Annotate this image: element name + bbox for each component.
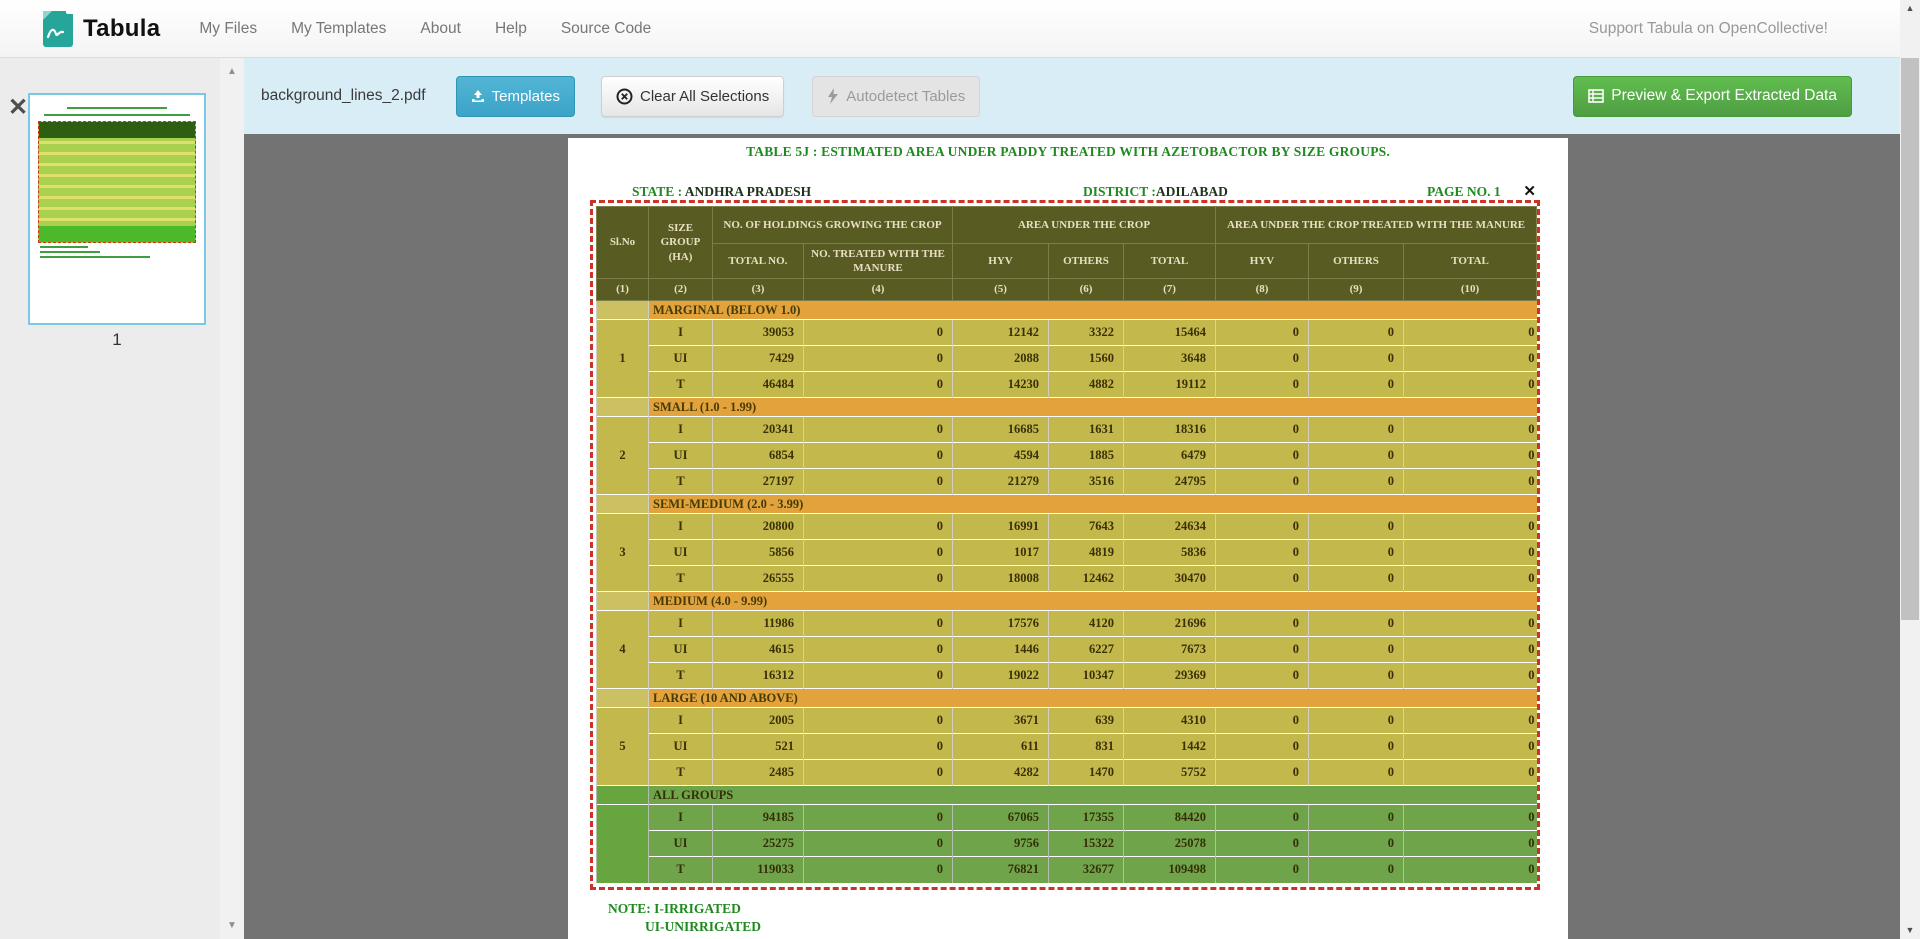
toolbar: background_lines_2.pdf Templates Clear A…	[244, 58, 1900, 134]
autodetect-tables-button[interactable]: Autodetect Tables	[812, 76, 980, 117]
district-value: ADILABAD	[1156, 184, 1228, 199]
nav-item-help[interactable]: Help	[478, 20, 544, 38]
sidebar-scroll-down-icon[interactable]: ▼	[220, 920, 244, 931]
thumb-note-line	[40, 256, 150, 258]
tabula-app: Tabula My FilesMy TemplatesAboutHelpSour…	[0, 0, 1920, 939]
nav-item-my-templates[interactable]: My Templates	[274, 20, 403, 38]
pdf-swirl-icon	[46, 21, 70, 41]
brand-title: Tabula	[83, 15, 160, 43]
thumb-table-footer	[39, 226, 195, 242]
pdf-canvas: TABLE 5J : ESTIMATED AREA UNDER PADDY TR…	[244, 134, 1900, 939]
circle-x-icon	[616, 88, 633, 105]
state-label: STATE :	[632, 184, 682, 199]
document-title: TABLE 5J : ESTIMATED AREA UNDER PADDY TR…	[568, 144, 1568, 160]
thumb-title-line	[44, 114, 190, 116]
navbar: Tabula My FilesMy TemplatesAboutHelpSour…	[0, 0, 1920, 58]
nav-item-source-code[interactable]: Source Code	[544, 20, 668, 38]
document-filename: background_lines_2.pdf	[261, 87, 426, 105]
window-scrollbar[interactable]: ▲ ▼	[1900, 0, 1920, 939]
page-thumbnail[interactable]	[28, 93, 206, 325]
sidebar-scrollbar[interactable]: ▲ ▼	[220, 58, 244, 939]
support-link[interactable]: Support Tabula on OpenCollective!	[1589, 20, 1828, 38]
district-label: DISTRICT :	[1083, 184, 1156, 199]
clear-selections-button[interactable]: Clear All Selections	[601, 76, 784, 117]
thumb-table-header	[39, 122, 195, 138]
page-no-label: PAGE NO. 1	[1427, 184, 1501, 200]
nav-item-about[interactable]: About	[403, 20, 478, 38]
templates-label: Templates	[492, 88, 560, 105]
thumb-title-line	[67, 107, 168, 109]
sidebar-scroll-up-icon[interactable]: ▲	[220, 66, 244, 77]
nav-item-my-files[interactable]: My Files	[182, 20, 274, 38]
pdf-page: TABLE 5J : ESTIMATED AREA UNDER PADDY TR…	[568, 138, 1568, 939]
autodetect-tables-label: Autodetect Tables	[846, 88, 965, 105]
export-label: Preview & Export Extracted Data	[1611, 87, 1837, 105]
templates-button[interactable]: Templates	[456, 76, 575, 117]
sidebar: ▲ ▼ ✕ 1	[0, 58, 244, 939]
scroll-down-icon[interactable]: ▼	[1900, 922, 1920, 939]
note-line-1: NOTE: I-IRRIGATED	[608, 901, 741, 917]
table-selection-box[interactable]: ✕	[590, 200, 1540, 890]
thumbnail-page-number: 1	[0, 330, 234, 350]
thumb-note-line	[40, 251, 100, 253]
selection-close-button[interactable]: ✕	[1523, 182, 1536, 200]
scrollbar-thumb[interactable]	[1901, 58, 1919, 620]
lightning-icon	[827, 88, 839, 104]
pdf-viewport: background_lines_2.pdf Templates Clear A…	[244, 58, 1900, 939]
state-value: ANDHRA PRADESH	[685, 184, 811, 199]
note-line-2: UI-UNIRRIGATED	[645, 919, 761, 935]
thumb-table-preview	[38, 121, 196, 243]
tabula-logo-icon	[43, 11, 73, 47]
upload-icon	[471, 89, 485, 103]
clear-selections-label: Clear All Selections	[640, 88, 769, 105]
thumb-note-line	[40, 246, 88, 248]
table-list-icon	[1588, 89, 1604, 103]
lock-icon	[66, 5, 77, 14]
scroll-up-icon[interactable]: ▲	[1900, 0, 1920, 17]
remove-page-button[interactable]: ✕	[8, 96, 28, 120]
state-line: STATE : ANDHRA PRADESH	[632, 184, 811, 200]
brand-link[interactable]: Tabula	[43, 11, 160, 47]
page-fold-icon	[43, 11, 52, 20]
export-button[interactable]: Preview & Export Extracted Data	[1573, 76, 1852, 117]
main-nav: My FilesMy TemplatesAboutHelpSource Code	[182, 20, 668, 38]
district-line: DISTRICT :ADILABAD	[1083, 184, 1228, 200]
